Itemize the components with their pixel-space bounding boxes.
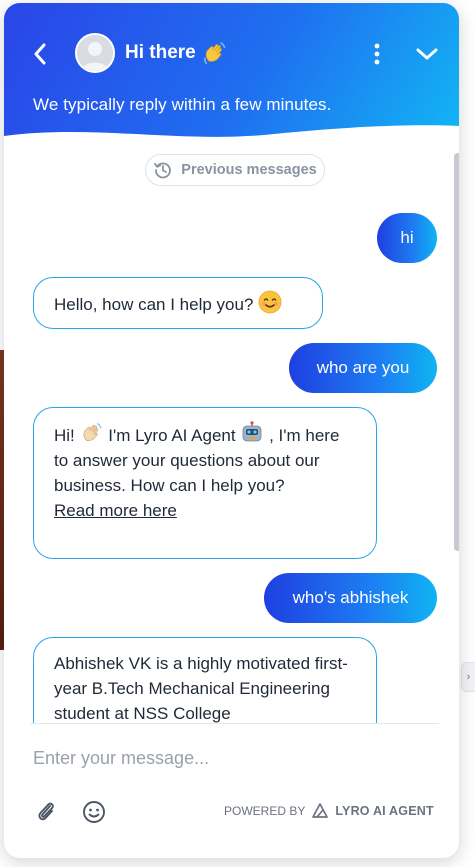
message-input[interactable]	[33, 741, 433, 775]
waving-hand-icon	[203, 42, 225, 65]
message-text: Hello, how can I help you?	[54, 295, 254, 314]
user-message: who are you	[289, 343, 437, 393]
user-avatar-icon	[77, 35, 113, 71]
chevron-down-icon	[416, 48, 438, 60]
header-wave-decoration	[4, 125, 459, 144]
previous-messages-label: Previous messages	[181, 162, 317, 178]
agent-message: Hi! I'm Lyro AI Agent , I'm here to answ…	[33, 407, 377, 559]
agent-message: Hello, how can I help you?	[33, 277, 323, 329]
previous-messages-button[interactable]: Previous messages	[145, 154, 325, 186]
chevron-left-icon	[34, 43, 46, 65]
header-title: Hi there	[125, 40, 228, 66]
powered-by-label: POWERED BY	[224, 804, 306, 818]
history-icon	[154, 162, 172, 179]
header-title-text: Hi there	[125, 42, 196, 63]
paperclip-icon	[38, 802, 54, 821]
page: › Hi there We typically reply within a f…	[0, 0, 475, 867]
user-message: who's abhishek	[264, 573, 437, 623]
minimize-button[interactable]	[414, 41, 440, 67]
chat-header: Hi there We typically reply within a few…	[4, 3, 459, 144]
waving-hand-icon	[83, 423, 101, 442]
powered-by-brand: LYRO AI AGENT	[335, 804, 434, 818]
chat-widget: Hi there We typically reply within a few…	[4, 3, 459, 858]
composer-divider	[30, 723, 439, 724]
more-options-button[interactable]	[366, 41, 388, 67]
robot-icon	[242, 421, 262, 442]
lyro-logo-icon	[312, 803, 329, 818]
read-more-link[interactable]: Read more here	[54, 498, 177, 523]
smiling-face-icon	[258, 290, 282, 314]
message-text: hi	[400, 228, 414, 247]
smiley-icon	[83, 801, 105, 823]
message-text: who's abhishek	[292, 588, 409, 607]
message-text: who are you	[316, 358, 410, 377]
message-list-scrollbar[interactable]	[454, 153, 459, 551]
kebab-menu-icon	[374, 43, 380, 65]
user-message: hi	[377, 213, 437, 263]
side-expand-tab[interactable]: ›	[461, 662, 475, 692]
message-text-greeting: Hi!	[54, 426, 75, 445]
agent-message: Abhishek VK is a highly motivated first-…	[33, 637, 377, 723]
attach-button[interactable]	[35, 800, 57, 824]
header-subtitle: We typically reply within a few minutes.	[33, 95, 332, 114]
back-button[interactable]	[28, 40, 52, 68]
message-list[interactable]: Previous messages hi Hello, how can I he…	[4, 143, 459, 723]
message-text-intro: I'm Lyro AI Agent	[108, 426, 236, 445]
message-text: Abhishek VK is a highly motivated first-…	[54, 654, 348, 723]
emoji-picker-button[interactable]	[82, 800, 106, 824]
powered-by-footer[interactable]: POWERED BY LYRO AI AGENT	[224, 802, 434, 820]
avatar	[75, 33, 115, 73]
